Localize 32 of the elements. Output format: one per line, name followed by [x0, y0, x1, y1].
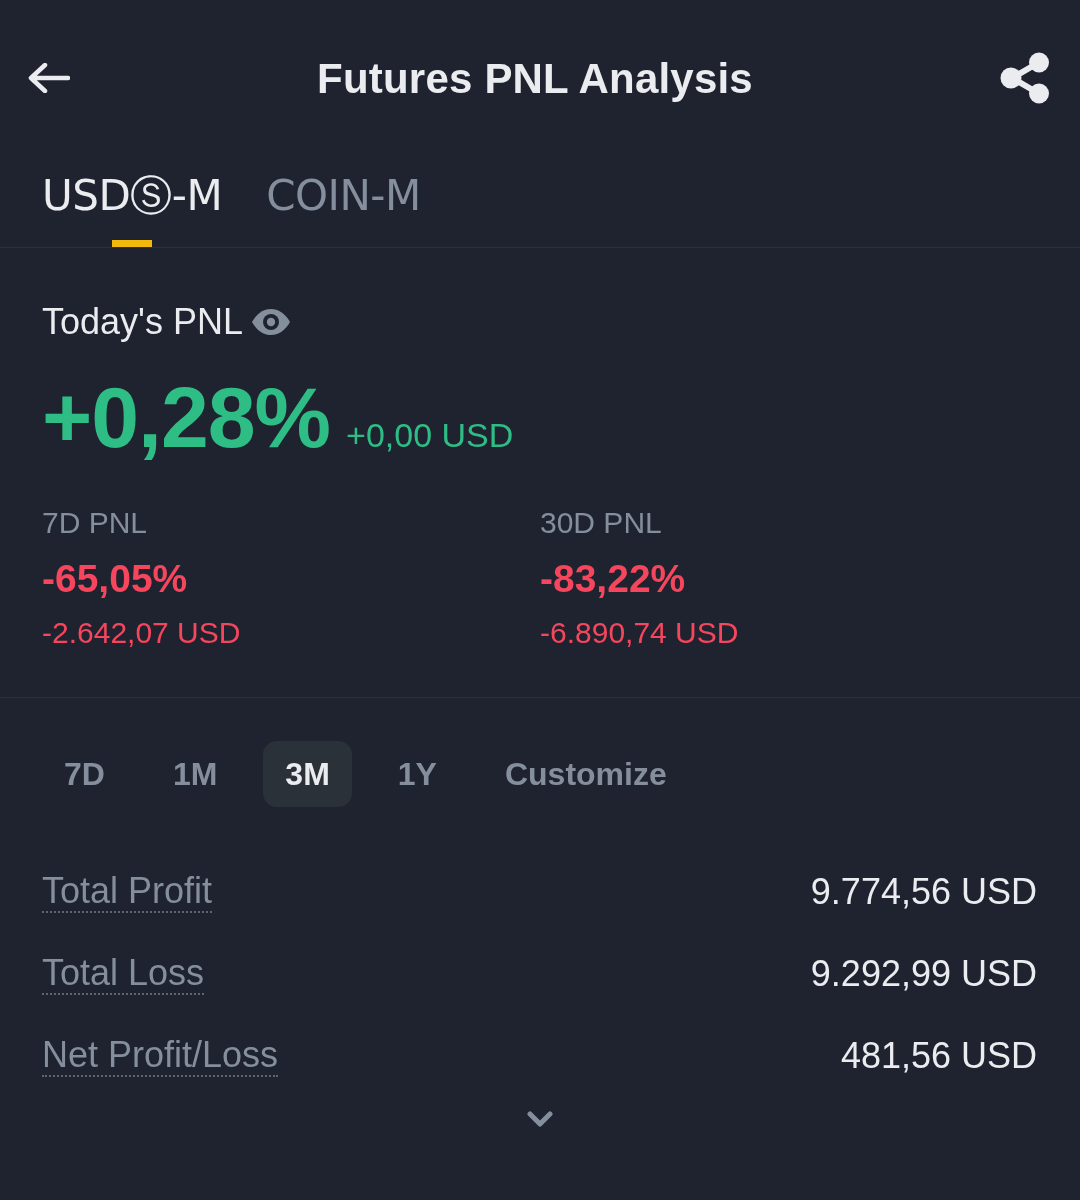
period-tab[interactable]: 7D	[42, 741, 127, 807]
todays-pnl-amount: +0,00 USD	[346, 418, 514, 452]
chevron-down-icon	[527, 1111, 553, 1127]
period-tab[interactable]: 1M	[150, 741, 240, 807]
period-tab[interactable]: Customize	[482, 741, 689, 807]
period-tab[interactable]: 1Y	[375, 741, 459, 807]
pnl-amount: -6.890,74 USD	[540, 615, 739, 651]
metric-label[interactable]: Total Loss	[42, 953, 205, 995]
todays-pnl-label: Today's PNL	[42, 300, 243, 344]
metric-value: 481,56 USD	[840, 1036, 1037, 1076]
eye-icon	[251, 308, 291, 336]
pnl-amount: -2.642,07 USD	[42, 615, 241, 651]
expand-button[interactable]	[527, 1111, 553, 1127]
tab-indicator	[112, 240, 153, 247]
pnl-percent: -65,05%	[42, 556, 188, 602]
tab[interactable]: USDⓈ-M	[42, 159, 223, 247]
pnl-label: 30D PNL	[540, 505, 662, 541]
metric-value: 9.292,99 USD	[810, 954, 1037, 994]
metric-label[interactable]: Total Profit	[42, 871, 213, 913]
back-arrow-icon	[28, 63, 70, 93]
share-icon	[1000, 52, 1050, 104]
metric-label[interactable]: Net Profit/Loss	[42, 1035, 279, 1077]
tab[interactable]: COIN-M	[266, 159, 421, 247]
back-button[interactable]	[28, 63, 70, 93]
visibility-toggle[interactable]	[251, 308, 291, 336]
pnl-percent: -83,22%	[540, 556, 686, 602]
page-title: Futures PNL Analysis	[317, 53, 753, 104]
share-button[interactable]	[1000, 52, 1050, 104]
todays-pnl-percent: +0,28%	[42, 374, 331, 460]
metric-value: 9.774,56 USD	[810, 872, 1037, 912]
pnl-label: 7D PNL	[42, 505, 148, 541]
period-tab[interactable]: 3M	[263, 741, 352, 807]
